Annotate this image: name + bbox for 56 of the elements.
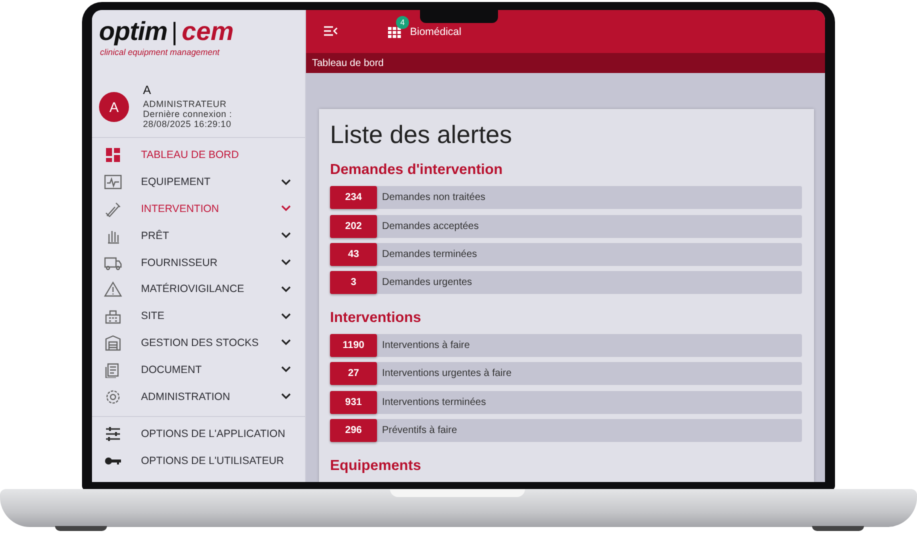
sidebar-item[interactable]: ADMINISTRATION xyxy=(92,383,305,410)
alert-count: 931 xyxy=(330,390,377,414)
sidebar-item[interactable]: DOCUMENT xyxy=(92,356,305,384)
notification-badge: 4 xyxy=(396,16,409,30)
logo-word: cem xyxy=(182,18,234,44)
alert-row[interactable]: 931 Interventions terminées xyxy=(330,390,802,414)
alert-count: 202 xyxy=(330,214,377,238)
user-avatar: A xyxy=(99,92,129,122)
sidebar-item[interactable]: PRÊT xyxy=(92,222,305,250)
menu-collapse-icon xyxy=(324,26,338,36)
section-title: Demandes d'intervention xyxy=(330,162,504,178)
gear-icon xyxy=(104,388,122,405)
sidebar-item[interactable]: FOURNISSEUR xyxy=(92,249,305,276)
module-name[interactable]: Biomédical xyxy=(410,26,462,38)
laptop-foot xyxy=(55,526,107,531)
sidebar-item[interactable]: OPTIONS DE L'UTILISATEUR xyxy=(92,448,305,475)
last-login-date: 28/08/2025 16:29:10 xyxy=(143,119,232,129)
logo-tagline: clinical equipment management xyxy=(99,46,220,57)
building-icon xyxy=(104,308,122,324)
section-title: Interventions xyxy=(330,310,422,326)
alert-row[interactable]: 27 Interventions urgentes à faire xyxy=(330,362,802,386)
alert-count: 43 xyxy=(330,242,377,266)
warning-icon xyxy=(104,281,122,298)
truck-icon xyxy=(104,254,122,271)
alert-count: 234 xyxy=(330,186,377,210)
sidebar-item[interactable]: SITE xyxy=(92,302,305,330)
breadcrumb: Tableau de bord xyxy=(306,52,825,74)
alert-row[interactable]: 1190 Interventions à faire xyxy=(330,334,802,358)
sidebar-item[interactable]: TABLEAU DE BORD xyxy=(92,142,305,169)
section-title: Equipements xyxy=(330,458,422,474)
user-name: A xyxy=(143,85,152,95)
page-title: Liste des alertes xyxy=(330,121,514,150)
alert-row[interactable]: 3 Demandes urgentes xyxy=(330,271,802,294)
monitor-icon xyxy=(104,174,122,190)
alert-row[interactable]: 296 Préventifs à faire xyxy=(330,419,802,442)
sidebar-item[interactable]: OPTIONS DE L'APPLICATION xyxy=(92,420,305,448)
alert-count: 3 xyxy=(330,271,377,294)
last-login-label: Dernière connexion : xyxy=(143,109,232,119)
sidebar-item[interactable]: GESTION DES STOCKS xyxy=(92,330,305,356)
alert-count: 27 xyxy=(330,362,377,386)
alert-row[interactable]: 202 Demandes acceptées xyxy=(330,214,802,238)
apps-grid-icon xyxy=(388,26,401,38)
alert-row[interactable]: 234 Demandes non traitées xyxy=(330,186,802,210)
logo-separator: | xyxy=(171,20,178,45)
laptop-foot xyxy=(812,526,864,531)
alert-count: 296 xyxy=(330,419,377,442)
warehouse-icon xyxy=(104,334,122,351)
sidebar-item[interactable]: MATÉRIOVIGILANCE xyxy=(92,276,305,303)
alert-count: 1190 xyxy=(330,334,377,358)
logo-word: optim xyxy=(99,18,168,44)
dashboard-icon xyxy=(104,147,122,164)
sidebar-item[interactable]: EQUIPEMENT xyxy=(92,168,305,196)
alert-row[interactable]: 43 Demandes terminées xyxy=(330,242,802,266)
user-role: ADMINISTRATEUR xyxy=(143,99,228,109)
sliders-icon xyxy=(104,426,122,442)
sidebar-item[interactable]: INTERVENTION xyxy=(92,196,305,222)
